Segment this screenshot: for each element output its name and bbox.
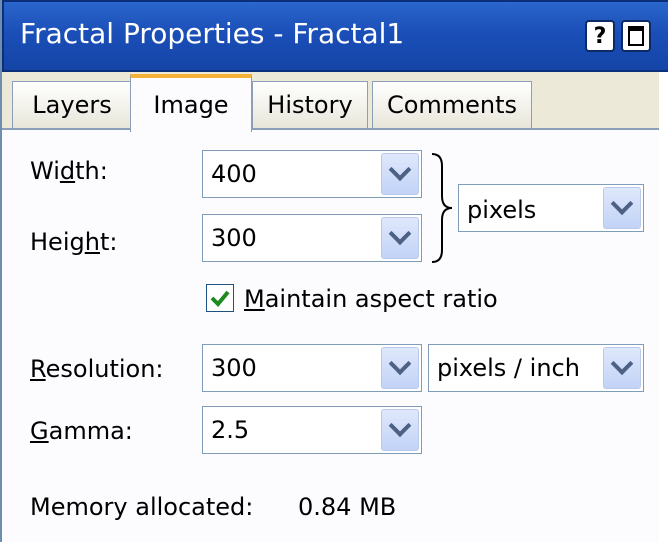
- chevron-down-icon[interactable]: [381, 347, 419, 389]
- minimize-button[interactable]: [621, 20, 651, 52]
- tab-label: History: [267, 91, 353, 119]
- memory-value: 0.84 MB: [298, 493, 397, 521]
- width-label: Width:: [30, 157, 108, 185]
- minimize-icon: [628, 26, 644, 46]
- checkmark-icon: [210, 290, 230, 307]
- right-brace-icon: [431, 153, 453, 263]
- window-title: Fractal Properties - Fractal1: [20, 17, 405, 50]
- tab-comments[interactable]: Comments: [372, 81, 532, 128]
- chevron-down-icon[interactable]: [603, 347, 641, 389]
- tab-image[interactable]: Image: [130, 74, 252, 132]
- aspect-ratio-checkbox[interactable]: [206, 284, 234, 312]
- width-value: 400: [211, 160, 257, 188]
- resolution-unit-combo[interactable]: pixels / inch: [428, 344, 644, 392]
- resolution-unit-value: pixels / inch: [437, 354, 580, 382]
- tab-strip: Layers Image History Comments: [2, 72, 659, 132]
- height-value: 300: [211, 224, 257, 252]
- tab-label: Comments: [386, 91, 518, 119]
- resolution-value: 300: [211, 354, 257, 382]
- aspect-ratio-label[interactable]: Maintain aspect ratio: [244, 284, 498, 314]
- size-unit-value: pixels: [467, 196, 537, 224]
- size-unit-combo[interactable]: pixels: [458, 184, 644, 232]
- gamma-label: Gamma:: [30, 417, 133, 445]
- height-label: Height:: [30, 228, 118, 256]
- gamma-value: 2.5: [211, 416, 250, 444]
- chevron-down-icon[interactable]: [381, 153, 419, 195]
- properties-window: Fractal Properties - Fractal1 ? Layers I…: [0, 0, 668, 542]
- chevron-down-icon[interactable]: [603, 187, 641, 229]
- chevron-down-icon[interactable]: [381, 217, 419, 259]
- memory-label: Memory allocated:: [30, 493, 254, 521]
- tab-history[interactable]: History: [252, 81, 368, 128]
- tab-layers[interactable]: Layers: [12, 81, 132, 128]
- chevron-down-icon[interactable]: [381, 409, 419, 451]
- image-tab-panel: Width: 400 Height: 300 pixels Maintain a…: [2, 130, 659, 542]
- tab-label: Image: [153, 91, 229, 119]
- tab-label: Layers: [32, 91, 112, 119]
- help-icon: ?: [593, 23, 607, 49]
- gamma-combo[interactable]: 2.5: [202, 406, 422, 454]
- resolution-combo[interactable]: 300: [202, 344, 422, 392]
- height-combo[interactable]: 300: [202, 214, 422, 262]
- width-combo[interactable]: 400: [202, 150, 422, 198]
- help-button[interactable]: ?: [585, 20, 615, 52]
- title-bar[interactable]: Fractal Properties - Fractal1 ?: [2, 0, 668, 72]
- resolution-label: Resolution:: [30, 355, 164, 383]
